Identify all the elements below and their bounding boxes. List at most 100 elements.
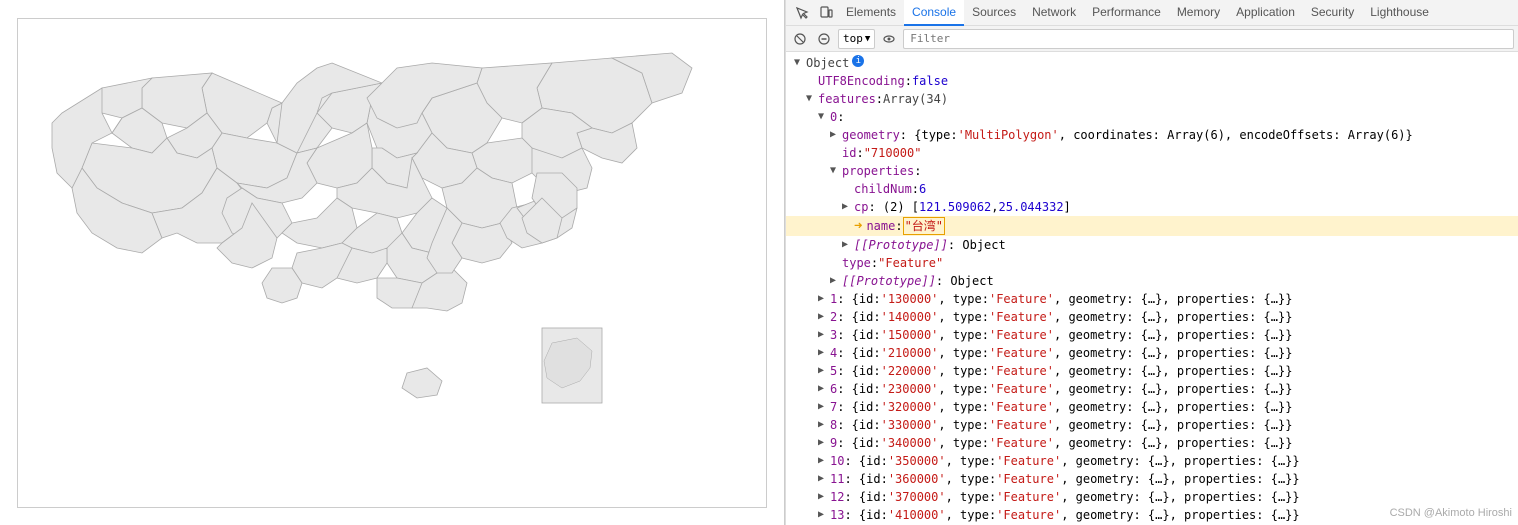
item13-key: 13 — [830, 507, 844, 523]
info-icon[interactable]: i — [852, 55, 864, 67]
tab-security[interactable]: Security — [1303, 0, 1362, 26]
list-item: 5: {id: '220000', type: 'Feature', geome… — [786, 362, 1518, 380]
list-item: 1: {id: '130000', type: 'Feature', geome… — [786, 290, 1518, 308]
item6-arrow[interactable] — [818, 381, 828, 397]
item11-arrow[interactable] — [818, 471, 828, 487]
devtools-tab-bar: Elements Console Sources Network Perform… — [786, 0, 1518, 26]
clear-console-button[interactable] — [790, 29, 810, 49]
item11-key: 11 — [830, 471, 844, 487]
id-key: id — [842, 145, 856, 161]
id-line: id: "710000" — [786, 144, 1518, 162]
tab-memory[interactable]: Memory — [1169, 0, 1228, 26]
childnum-line: childNum: 6 — [786, 180, 1518, 198]
tab-console[interactable]: Console — [904, 0, 964, 26]
prototype-item0-line: [[Prototype]]: Object — [786, 272, 1518, 290]
cp-arrow[interactable] — [842, 199, 852, 215]
item5-arrow[interactable] — [818, 363, 828, 379]
item1-arrow[interactable] — [818, 291, 828, 307]
watermark: CSDN @Akimoto Hiroshi — [1390, 507, 1512, 519]
china-map — [32, 33, 752, 493]
type-value: "Feature" — [878, 255, 943, 271]
context-label: top — [843, 32, 863, 45]
childnum-value: 6 — [919, 181, 926, 197]
devtools-panel: Elements Console Sources Network Perform… — [785, 0, 1518, 525]
devtools-toolbar: top ▼ — [786, 26, 1518, 52]
features-key: features — [818, 91, 876, 107]
item3-arrow[interactable] — [818, 327, 828, 343]
eye-button[interactable] — [879, 29, 899, 49]
item10-arrow[interactable] — [818, 453, 828, 469]
name-value: "台湾" — [903, 217, 945, 235]
item13-arrow[interactable] — [818, 507, 828, 523]
tab-elements[interactable]: Elements — [838, 0, 904, 26]
device-toolbar-button[interactable] — [814, 1, 838, 25]
item-0-key: 0 — [830, 109, 837, 125]
geometry-key: geometry — [842, 127, 900, 143]
tab-performance[interactable]: Performance — [1084, 0, 1169, 26]
item1-key: 1 — [830, 291, 837, 307]
inspect-element-button[interactable] — [790, 1, 814, 25]
item12-key: 12 — [830, 489, 844, 505]
list-item: 11: {id: '360000', type: 'Feature', geom… — [786, 470, 1518, 488]
item6-key: 6 — [830, 381, 837, 397]
tab-network[interactable]: Network — [1024, 0, 1084, 26]
item4-key: 4 — [830, 345, 837, 361]
utf8-value: false — [912, 73, 948, 89]
childnum-key: childNum — [854, 181, 912, 197]
list-item: 6: {id: '230000', type: 'Feature', geome… — [786, 380, 1518, 398]
cp-key: cp — [854, 199, 868, 215]
item2-key: 2 — [830, 309, 837, 325]
geometry-line: geometry: {type: 'MultiPolygon', coordin… — [786, 126, 1518, 144]
cp-line: cp: (2) [121.509062, 25.044332] — [786, 198, 1518, 216]
properties-header: properties: — [786, 162, 1518, 180]
item2-arrow[interactable] — [818, 309, 828, 325]
item12-arrow[interactable] — [818, 489, 828, 505]
list-item: 9: {id: '340000', type: 'Feature', geome… — [786, 434, 1518, 452]
item5-key: 5 — [830, 363, 837, 379]
list-item: 7: {id: '320000', type: 'Feature', geome… — [786, 398, 1518, 416]
prototype-item0-label: [[Prototype]] — [842, 273, 936, 289]
prototype-prop-arrow[interactable] — [842, 237, 852, 253]
context-selector[interactable]: top ▼ — [838, 29, 875, 49]
object-expand-arrow[interactable] — [794, 55, 804, 71]
features-expand-arrow[interactable] — [806, 91, 816, 107]
list-item: 3: {id: '150000', type: 'Feature', geome… — [786, 326, 1518, 344]
item8-arrow[interactable] — [818, 417, 828, 433]
id-value: "710000" — [864, 145, 922, 161]
utf8-line: UTF8Encoding: false — [786, 72, 1518, 90]
list-item: 10: {id: '350000', type: 'Feature', geom… — [786, 452, 1518, 470]
list-item: 4: {id: '210000', type: 'Feature', geome… — [786, 344, 1518, 362]
list-item: 2: {id: '140000', type: 'Feature', geome… — [786, 308, 1518, 326]
tab-sources[interactable]: Sources — [964, 0, 1024, 26]
object-header-line: Object i — [786, 54, 1518, 72]
item-0-arrow[interactable] — [818, 109, 828, 125]
list-item: 8: {id: '330000', type: 'Feature', geome… — [786, 416, 1518, 434]
utf8-key: UTF8Encoding — [818, 73, 905, 89]
cp-val1: 121.509062 — [919, 199, 991, 215]
features-value: Array(34) — [883, 91, 948, 107]
chevron-down-icon: ▼ — [865, 34, 870, 44]
type-key: type — [842, 255, 871, 271]
item7-arrow[interactable] — [818, 399, 828, 415]
tab-lighthouse[interactable]: Lighthouse — [1362, 0, 1437, 26]
cp-val2: 25.044332 — [999, 199, 1064, 215]
item4-arrow[interactable] — [818, 345, 828, 361]
name-key: name — [866, 218, 895, 234]
object-label: Object — [806, 55, 849, 71]
geometry-type-val: 'MultiPolygon' — [958, 127, 1059, 143]
map-container — [17, 18, 767, 508]
tab-application[interactable]: Application — [1228, 0, 1303, 26]
prototype-properties-label: [[Prototype]] — [854, 237, 948, 253]
filter-input[interactable] — [903, 29, 1514, 49]
features-header-line: features: Array(34) — [786, 90, 1518, 108]
properties-key: properties — [842, 163, 914, 179]
properties-arrow[interactable] — [830, 163, 840, 179]
map-panel — [0, 0, 785, 525]
stop-recording-button[interactable] — [814, 29, 834, 49]
item-0-header: 0: — [786, 108, 1518, 126]
console-content[interactable]: Object i UTF8Encoding: false features: A… — [786, 52, 1518, 525]
item9-key: 9 — [830, 435, 837, 451]
item9-arrow[interactable] — [818, 435, 828, 451]
geometry-arrow[interactable] — [830, 127, 840, 143]
prototype-item0-arrow[interactable] — [830, 273, 840, 289]
